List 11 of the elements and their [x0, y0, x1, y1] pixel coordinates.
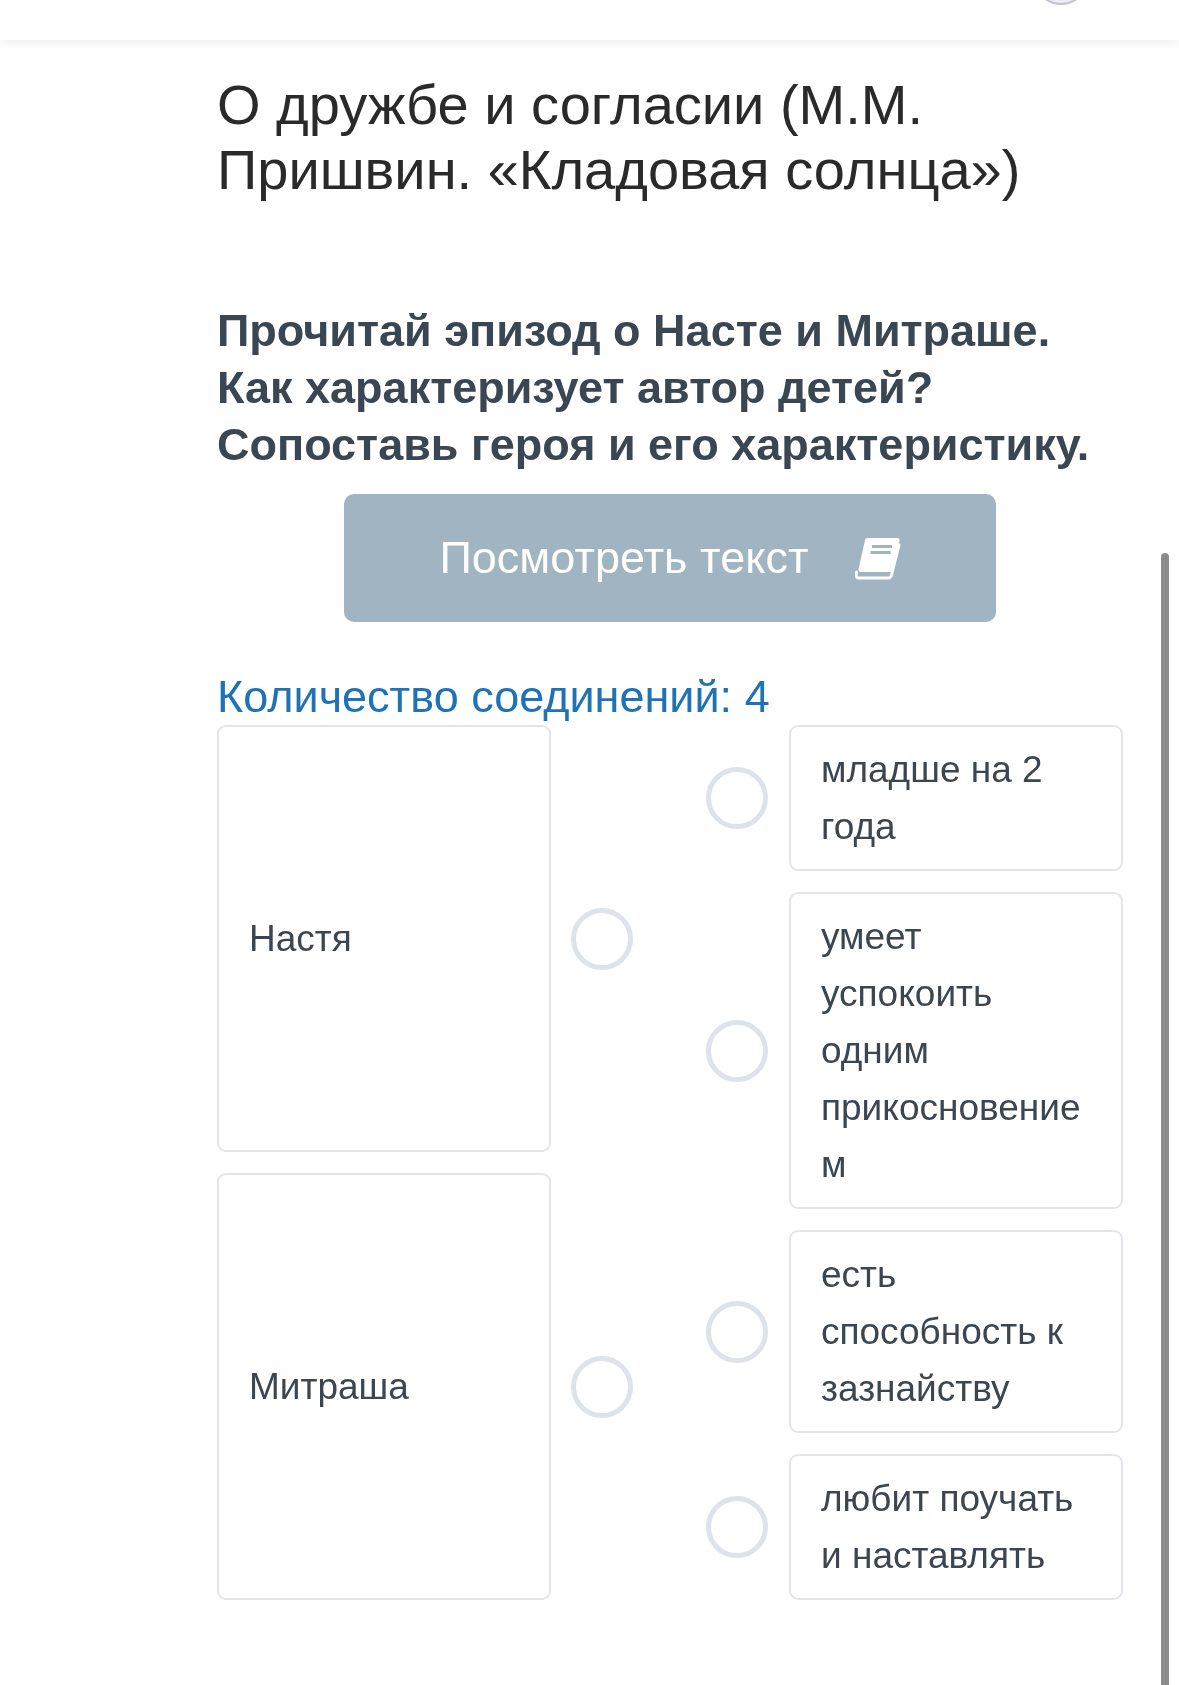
lesson-title: О дружбе и согласии (М.М. Пришвин. «Кладовая солнца») — [217, 72, 1022, 202]
hero-card[interactable]: Настя — [217, 725, 551, 1152]
book-icon — [854, 536, 901, 580]
scrollbar[interactable] — [1161, 553, 1169, 1685]
trait-card[interactable]: есть способность к зазнайству — [789, 1230, 1123, 1433]
trait-card[interactable]: младше на 2 года — [789, 725, 1123, 871]
trait-card[interactable]: умеет успокоить одним прикосновением — [789, 892, 1123, 1209]
trait-card[interactable]: любит поучать и наставлять — [789, 1454, 1123, 1600]
connections-count: Количество соединений: 4 — [217, 672, 771, 722]
task-text: Прочитай эпизод о Насте и Митраше. Как характеризует автор детей? Сопоставь героя и его характеристику. — [217, 304, 1091, 472]
hero-card[interactable]: Митраша — [217, 1173, 551, 1600]
